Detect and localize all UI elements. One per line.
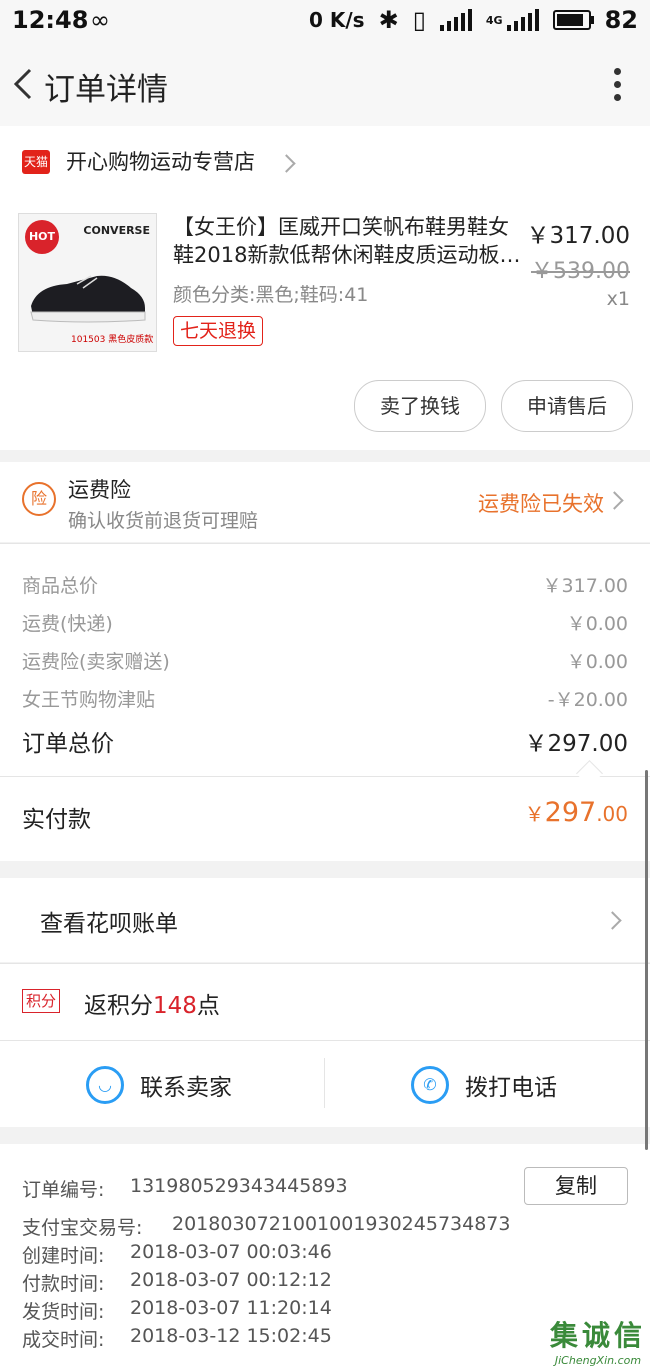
phone-icon[interactable]: ✆ (411, 1066, 449, 1104)
paid-label: 实付款 (22, 807, 91, 833)
created-time: 2018-03-07 00:03:46 (130, 1241, 332, 1263)
points-text: 返积分148点 (84, 986, 220, 1020)
battery-icon (552, 10, 594, 30)
shipped-time: 2018-03-07 11:20:14 (130, 1297, 332, 1319)
breakdown-label: 运费险(卖家赠送) (22, 651, 170, 673)
app-header: 订单详情 (0, 42, 650, 126)
bluetooth-icon: ✱ (378, 6, 399, 34)
shoe-illustration (30, 275, 146, 323)
points-tag: 积分 (22, 989, 61, 1013)
after-sale-button[interactable]: 申请售后 (501, 380, 633, 432)
signal-4g-icon (506, 9, 539, 31)
shop-name[interactable]: 开心购物运动专营店 (66, 146, 255, 176)
hot-badge: HOT (25, 220, 59, 254)
contact-seller-button[interactable]: 联系卖家 (140, 1068, 232, 1102)
points-prefix: 返积分 (84, 993, 153, 1019)
page-title: 订单详情 (44, 72, 168, 108)
status-time: 12:48 (12, 6, 89, 34)
insurance-icon: 险 (22, 482, 56, 516)
status-bar: 12:48 ∞ 0 K/s ✱ ▯ 4G 82 (0, 0, 650, 42)
order-total-label: 订单总价 (22, 731, 114, 757)
breakdown-value: ￥0.00 (566, 613, 628, 635)
breakdown-label: 女王节购物津贴 (22, 689, 156, 711)
image-caption: 101503 黑色皮质款 (71, 335, 154, 345)
paid-amount: ￥297.00 (525, 797, 628, 828)
tmall-badge: 天猫 (22, 150, 50, 174)
info-label: 订单编号: (22, 1179, 105, 1201)
info-label: 支付宝交易号: (22, 1217, 143, 1239)
more-menu-icon[interactable] (614, 68, 622, 107)
breakdown-value: ￥0.00 (566, 651, 628, 673)
alipay-trade-number: 2018030721001001930245734873 (172, 1213, 511, 1235)
chat-smile-icon[interactable]: ◡ (86, 1066, 124, 1104)
insurance-subtitle: 确认收货前退货可理赔 (68, 510, 259, 532)
product-title[interactable]: 【女王价】匡威开口笑帆布鞋男鞋女鞋2018新款低帮休闲鞋皮质运动板… (173, 213, 523, 269)
return-tag: 七天退换 (173, 316, 264, 346)
watermark-url: JiChengXin.com (554, 1354, 642, 1367)
sell-button[interactable]: 卖了换钱 (354, 380, 486, 432)
completed-time: 2018-03-12 15:02:45 (130, 1325, 332, 1347)
info-label: 发货时间: (22, 1301, 105, 1323)
product-image[interactable]: HOT CONVERSE 101503 黑色皮质款 (18, 213, 157, 352)
info-label: 付款时间: (22, 1273, 105, 1295)
back-arrow-icon[interactable] (6, 64, 46, 104)
watermark-logo: 集诚信 (549, 1319, 646, 1352)
product-price: ￥317.00 (526, 223, 630, 249)
scrollbar[interactable] (645, 770, 648, 1150)
points-number: 148 (153, 993, 197, 1019)
original-price: ￥539.00 (531, 259, 630, 284)
paid-decimal: .00 (596, 802, 628, 826)
vibrate-icon: ▯ (412, 6, 426, 34)
watermark: 集诚信 JiChengXin.com (550, 1314, 646, 1367)
huabei-label[interactable]: 查看花呗账单 (40, 904, 178, 938)
info-label: 成交时间: (22, 1329, 105, 1351)
copy-button[interactable]: 复制 (524, 1167, 628, 1205)
paid-integer: 297 (544, 797, 597, 828)
brand-label: CONVERSE (83, 224, 150, 237)
breakdown-label: 商品总价 (22, 575, 99, 597)
breakdown-value: -￥20.00 (547, 689, 628, 711)
infinity-icon: ∞ (90, 6, 110, 34)
paid-time: 2018-03-07 00:12:12 (130, 1269, 332, 1291)
status-icons: 0 K/s ✱ ▯ 4G 82 (309, 6, 638, 34)
paid-currency: ￥ (524, 802, 545, 826)
insurance-title: 运费险 (68, 478, 131, 502)
network-type: 4G (485, 13, 503, 27)
signal-icon (439, 9, 472, 31)
breakdown-label: 运费(快递) (22, 613, 113, 635)
insurance-status[interactable]: 运费险已失效 (478, 488, 604, 518)
info-label: 创建时间: (22, 1245, 105, 1267)
order-total-value: ￥297.00 (524, 731, 628, 757)
divider (324, 1058, 325, 1108)
breakdown-value: ￥317.00 (542, 575, 628, 597)
battery-level: 82 (604, 6, 638, 34)
call-phone-button[interactable]: 拨打电话 (465, 1068, 557, 1102)
points-suffix: 点 (196, 993, 220, 1019)
product-quantity: x1 (606, 288, 630, 310)
order-number: 131980529343445893 (130, 1175, 348, 1197)
net-speed: 0 K/s (308, 8, 365, 32)
product-sku: 颜色分类:黑色;鞋码:41 (173, 284, 369, 306)
